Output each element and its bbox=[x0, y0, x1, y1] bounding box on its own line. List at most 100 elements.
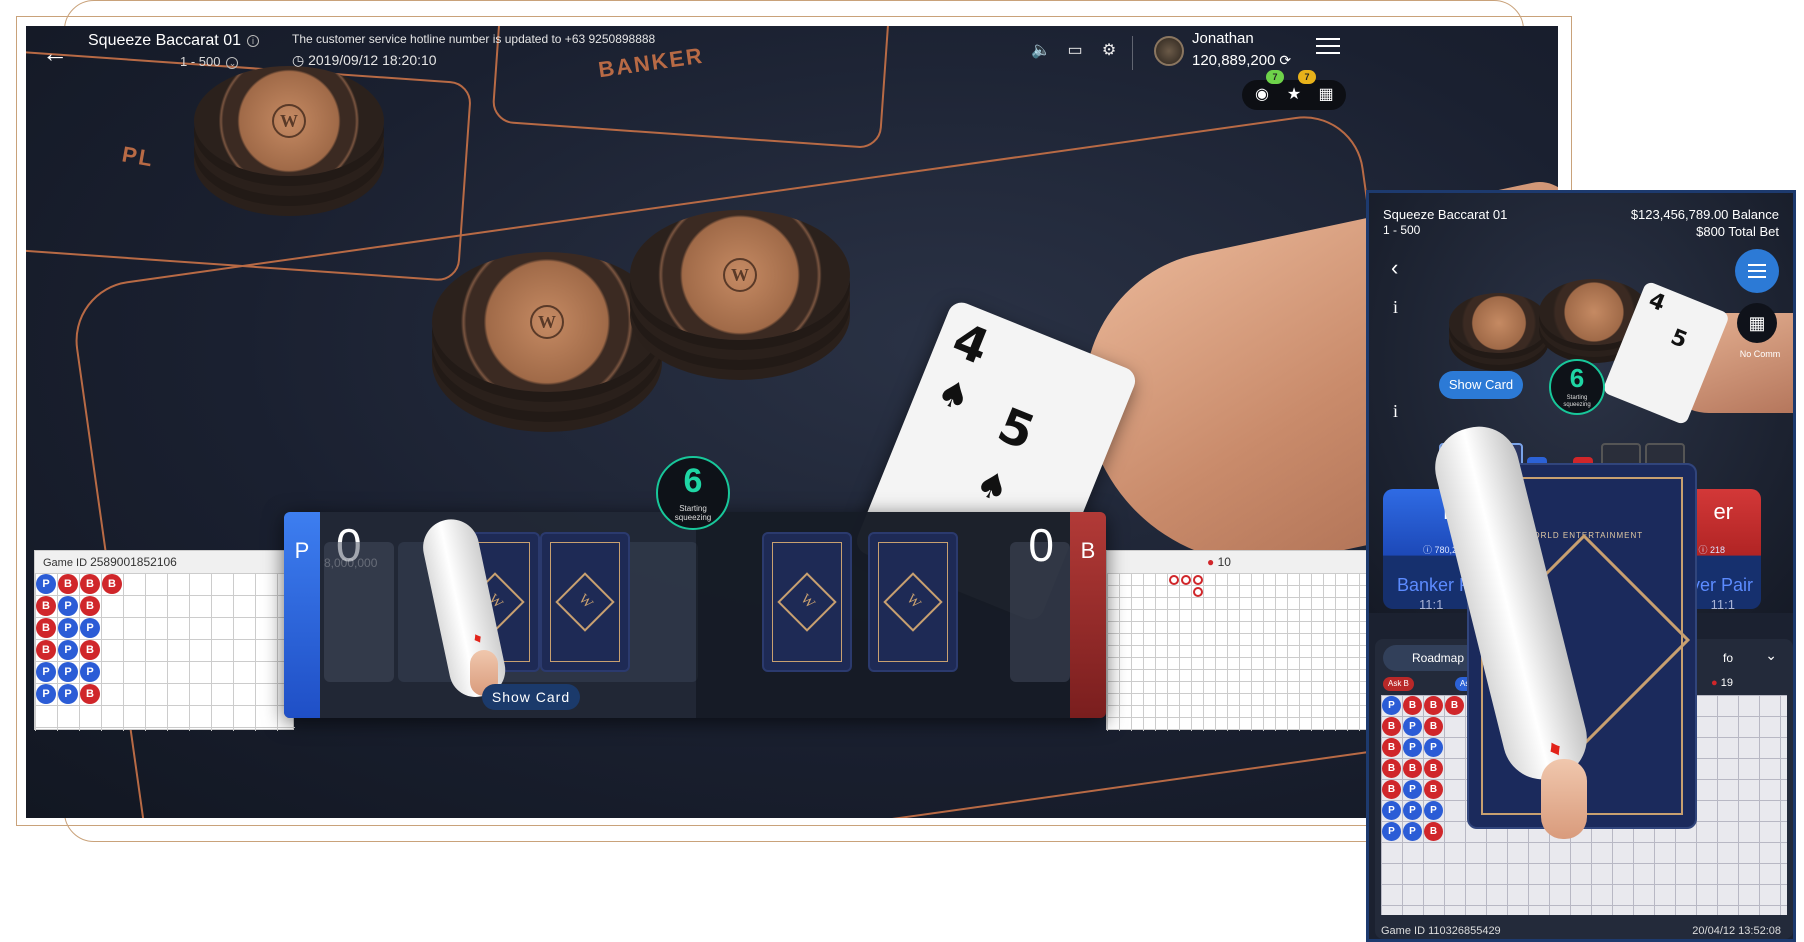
bead-banker: B bbox=[1382, 780, 1401, 799]
chip-icon[interactable]: ◉ bbox=[1252, 85, 1272, 105]
mobile-view: 4 5 Squeeze Baccarat 01 1 - 500 $123,456… bbox=[1366, 190, 1796, 942]
hamburger-menu-icon[interactable] bbox=[1316, 38, 1340, 58]
player-side-label: P bbox=[284, 512, 320, 718]
ask-banker-button[interactable]: Ask B bbox=[1383, 677, 1414, 691]
chip-stack-2: W bbox=[432, 252, 662, 392]
bead-banker: B bbox=[1424, 717, 1443, 736]
bead-banker: B bbox=[58, 574, 78, 594]
bead-player: P bbox=[1382, 822, 1401, 841]
roadmap-header: Game ID 2589001852106 bbox=[35, 551, 293, 573]
no-comm-label: No Comm bbox=[1739, 349, 1781, 359]
bead-banker: B bbox=[80, 640, 100, 660]
bead-player: P bbox=[1403, 822, 1422, 841]
datetime: ◷ 2019/09/12 18:20:10 bbox=[292, 52, 437, 69]
bead-banker: B bbox=[1403, 696, 1422, 715]
player-card-2[interactable] bbox=[540, 532, 630, 672]
stage: BANKER PL W W W 4 5 ♠ ♠ ← Squeeze Baccar… bbox=[0, 0, 1804, 942]
gear-icon[interactable]: ⚙ bbox=[1098, 40, 1120, 62]
big-eye-mark bbox=[1169, 575, 1179, 585]
star-badge: 7 bbox=[1298, 70, 1316, 84]
back-arrow-icon[interactable]: ← bbox=[40, 38, 70, 68]
bead-banker: B bbox=[1424, 822, 1443, 841]
info-icon[interactable]: i bbox=[247, 34, 259, 47]
faded-bet-value: 8,000,000 bbox=[324, 556, 378, 570]
chevron-down-icon[interactable]: ⌄ bbox=[226, 56, 239, 69]
game-id-value: 110326855429 bbox=[1428, 925, 1501, 937]
mobile-show-card-button[interactable]: Show Card bbox=[1439, 371, 1523, 399]
game-id-value: 2589001852106 bbox=[90, 555, 177, 569]
bead-player: P bbox=[1382, 696, 1401, 715]
info-icon[interactable]: i bbox=[1393, 401, 1398, 422]
bead-player: P bbox=[36, 662, 56, 682]
player-pair-label[interactable]: yer Pair bbox=[1691, 575, 1753, 596]
bead-player: P bbox=[1382, 801, 1401, 820]
info-tab[interactable]: fo bbox=[1723, 651, 1733, 665]
timer-label-2: squeezing bbox=[1563, 402, 1591, 408]
banker-bet-amount: ⓘ 218 bbox=[1698, 545, 1725, 555]
bead-player: P bbox=[58, 662, 78, 682]
bead-player: P bbox=[1403, 738, 1422, 757]
mobile-countdown-timer: 6 Starting squeezing bbox=[1549, 359, 1605, 415]
bead-player: P bbox=[1403, 780, 1422, 799]
bead-player: P bbox=[1424, 801, 1443, 820]
mobile-datetime: 20/04/12 13:52:08 bbox=[1692, 925, 1781, 937]
stat-b: ● 19 bbox=[1711, 677, 1733, 689]
grid-icon[interactable]: ▦ bbox=[1737, 303, 1777, 343]
bead-player: P bbox=[1403, 801, 1422, 820]
big-eye-mark bbox=[1193, 575, 1203, 585]
timer-value: 6 bbox=[1569, 363, 1585, 393]
table-limit: 1 - 500 ⌄ bbox=[180, 54, 239, 69]
chip-logo: W bbox=[723, 258, 757, 292]
banker-bet-label: er bbox=[1713, 499, 1733, 524]
table-limit-text: 1 - 500 bbox=[180, 54, 221, 69]
back-chevron-icon[interactable]: ‹ bbox=[1391, 255, 1398, 281]
notice-marquee: The customer service hotline number is u… bbox=[292, 32, 656, 46]
odds-right: 11:1 bbox=[1710, 597, 1735, 612]
banker-card-1[interactable] bbox=[762, 532, 852, 672]
card-rank-5: 5 bbox=[990, 396, 1043, 462]
bead-banker: B bbox=[1424, 759, 1443, 778]
bead-player: P bbox=[1403, 717, 1422, 736]
refresh-icon[interactable]: ⟳ bbox=[1279, 52, 1291, 68]
big-eye-mark bbox=[1181, 575, 1191, 585]
info-icon[interactable]: i bbox=[1393, 297, 1398, 318]
bead-banker: B bbox=[1424, 780, 1443, 799]
big-eye-mark bbox=[1193, 587, 1203, 597]
desktop-view: BANKER PL W W W 4 5 ♠ ♠ ← Squeeze Baccar… bbox=[26, 26, 1558, 818]
banker-count: ● 10 bbox=[1207, 555, 1231, 569]
star-icon[interactable]: ★ bbox=[1284, 85, 1304, 105]
balance-value: 120,889,200 bbox=[1192, 52, 1276, 69]
avatar[interactable] bbox=[1154, 36, 1184, 66]
bead-road-grid[interactable]: PBBBBPBBPPBPBPPPPPB bbox=[35, 573, 295, 731]
divider bbox=[1132, 36, 1133, 70]
bead-player: P bbox=[58, 596, 78, 616]
bead-banker: B bbox=[1424, 696, 1443, 715]
bead-banker: B bbox=[80, 574, 100, 594]
card-rank-4: 4 bbox=[1645, 287, 1669, 317]
balance: 120,889,200 ⟳ bbox=[1192, 52, 1291, 69]
username: Jonathan bbox=[1192, 30, 1254, 47]
spade-icon: ♠ bbox=[930, 370, 977, 421]
chip-logo: W bbox=[272, 104, 306, 138]
chip-stack-3: W bbox=[630, 210, 850, 340]
timer-value: 6 bbox=[683, 462, 703, 500]
grid-icon[interactable]: ▦ bbox=[1316, 85, 1336, 105]
roadmap-left: Game ID 2589001852106 PBBBBPBBPPBPBPPPPP… bbox=[34, 550, 295, 731]
banker-card-2[interactable] bbox=[868, 532, 958, 672]
show-card-button[interactable]: Show Card bbox=[482, 684, 580, 710]
sound-icon[interactable]: 🔈 bbox=[1030, 40, 1052, 62]
bead-banker: B bbox=[36, 618, 56, 638]
mobile-menu-icon[interactable] bbox=[1735, 249, 1779, 293]
spade-icon: ♠ bbox=[969, 461, 1015, 512]
card-rank-5: 5 bbox=[1666, 324, 1691, 354]
bead-player: P bbox=[80, 618, 100, 638]
bead-banker: B bbox=[80, 684, 100, 704]
bead-banker: B bbox=[102, 574, 122, 594]
bead-player: P bbox=[36, 574, 56, 594]
chevron-down-icon[interactable]: ⌄ bbox=[1765, 647, 1777, 664]
video-icon[interactable]: ▭ bbox=[1064, 40, 1086, 62]
top-bar: ← Squeeze Baccarat 01 i 1 - 500 ⌄ The cust… bbox=[26, 26, 1558, 110]
bead-banker: B bbox=[1445, 696, 1464, 715]
player-bet-amount: ⓘ 780,2 bbox=[1423, 545, 1458, 555]
bead-player: P bbox=[36, 684, 56, 704]
